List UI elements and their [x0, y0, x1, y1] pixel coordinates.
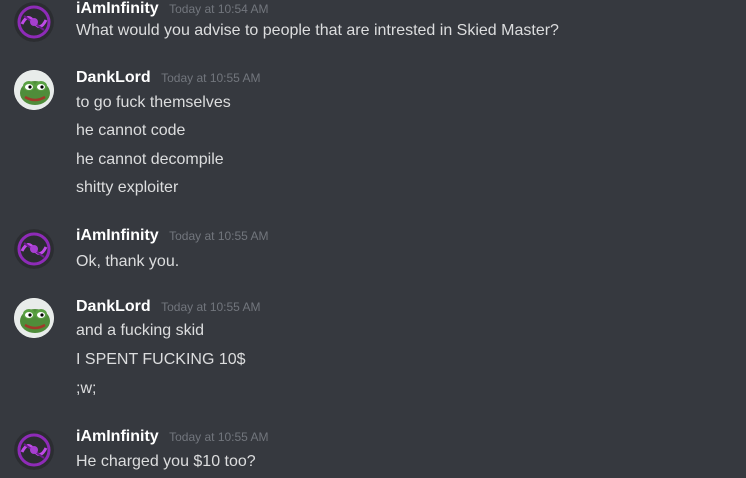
message-header: iAmInfinity Today at 10:55 AM	[76, 428, 269, 446]
username[interactable]: iAmInfinity	[76, 428, 159, 445]
message-header: iAmInfinity Today at 10:55 AM	[76, 227, 269, 245]
infinity-logo-icon	[14, 2, 54, 42]
message-text: shitty exploiter	[76, 179, 179, 196]
pepe-frog-icon	[14, 298, 54, 338]
chat-message-list: iAmInfinity Today at 10:54 AM What would…	[0, 0, 746, 478]
pepe-frog-icon	[14, 70, 54, 110]
timestamp: Today at 10:55 AM	[169, 229, 269, 243]
avatar[interactable]	[14, 229, 54, 269]
avatar[interactable]	[14, 2, 54, 42]
avatar[interactable]	[14, 70, 54, 110]
message-text: he cannot code	[76, 122, 186, 139]
message-text: I SPENT FUCKING 10$	[76, 351, 246, 368]
infinity-logo-icon	[14, 229, 54, 269]
message-text: to go fuck themselves	[76, 94, 231, 111]
username[interactable]: iAmInfinity	[76, 0, 159, 17]
message-header: DankLord Today at 10:55 AM	[76, 69, 261, 87]
username[interactable]: DankLord	[76, 298, 151, 315]
message-text: he cannot decompile	[76, 151, 224, 168]
username[interactable]: DankLord	[76, 69, 151, 86]
timestamp: Today at 10:55 AM	[161, 300, 261, 314]
infinity-logo-icon	[14, 430, 54, 470]
timestamp: Today at 10:55 AM	[169, 430, 269, 444]
message-header: DankLord Today at 10:55 AM	[76, 298, 261, 316]
message-text: Ok, thank you.	[76, 253, 180, 270]
avatar[interactable]	[14, 430, 54, 470]
message-text: ;w;	[76, 380, 97, 397]
message-text: What would you advise to people that are…	[76, 22, 559, 39]
message-header: iAmInfinity Today at 10:54 AM	[76, 0, 269, 18]
avatar[interactable]	[14, 298, 54, 338]
timestamp: Today at 10:55 AM	[161, 71, 261, 85]
username[interactable]: iAmInfinity	[76, 227, 159, 244]
message-text: He charged you $10 too?	[76, 453, 256, 470]
message-text: and a fucking skid	[76, 322, 205, 339]
timestamp: Today at 10:54 AM	[169, 2, 269, 16]
